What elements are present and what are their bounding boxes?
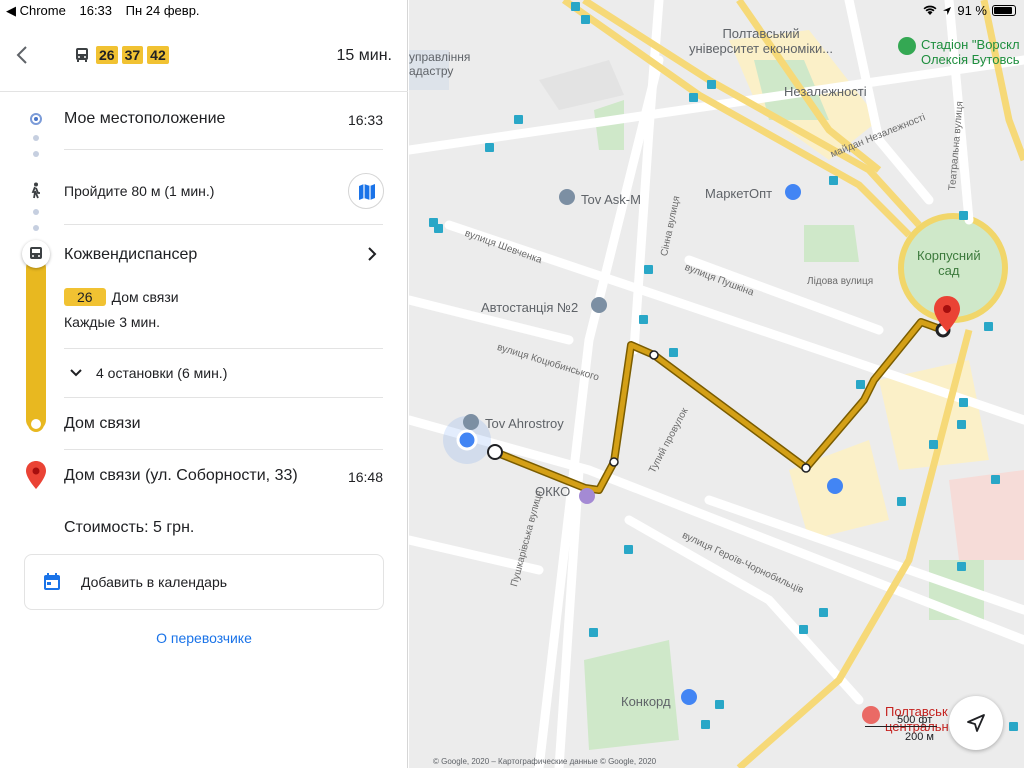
- stops-count-label: 4 остановки (6 мин.): [96, 365, 228, 381]
- current-location-dot-icon: [456, 429, 478, 451]
- bus-stop-marker: [649, 350, 659, 360]
- wifi-icon: [923, 5, 937, 15]
- map-label-tov-ahrostroy[interactable]: Tov Ahrostroy: [485, 416, 564, 431]
- battery-icon: [992, 5, 1016, 16]
- line-direction: Дом связи: [111, 289, 179, 305]
- map-canvas: [409, 0, 1024, 768]
- map-label-konkord[interactable]: Конкорд: [621, 694, 671, 709]
- bus-icon: [30, 247, 42, 259]
- timeline-dot: [33, 151, 39, 157]
- status-app[interactable]: ◀ Chrome: [6, 3, 66, 18]
- street-label: Лідова вулиця: [807, 276, 874, 287]
- status-time: 16:33: [79, 3, 113, 18]
- walk-icon: [31, 182, 40, 199]
- park-area: [804, 225, 859, 262]
- route-header: 26 37 42 15 мин.: [0, 30, 408, 92]
- map-preview-button[interactable]: [348, 173, 384, 209]
- divider: [64, 449, 383, 450]
- scale-feet: 500 фт: [865, 714, 937, 727]
- my-location-button[interactable]: [949, 696, 1003, 750]
- divider: [64, 397, 383, 398]
- walk-step-label: Пройдите 80 м (1 мин.): [64, 183, 215, 199]
- line-number-chip: 26: [64, 288, 106, 306]
- map-icon: [359, 184, 375, 200]
- bus-frequency: Каждые 3 мин.: [64, 314, 160, 330]
- map-copyright: © Google, 2020 – Картографические данные…: [433, 757, 657, 766]
- scale-meters: 200 м: [905, 731, 934, 743]
- bus-stop-marker: [22, 240, 50, 268]
- add-to-calendar-button[interactable]: Добавить в календарь: [24, 554, 384, 610]
- divider: [64, 224, 383, 225]
- fare-cost: Стоимость: 5 грн.: [64, 519, 195, 536]
- timeline-dot: [33, 225, 39, 231]
- chevron-right-icon[interactable]: [365, 246, 379, 262]
- divider: [64, 348, 383, 349]
- bus-stop-marker: [801, 463, 811, 473]
- status-date: Пн 24 февр.: [125, 3, 200, 18]
- alight-stop-label: Дом связи: [64, 415, 141, 432]
- map-view[interactable]: Полтавський університет економіки... Ста…: [409, 0, 1024, 768]
- chevron-down-icon: [70, 369, 82, 377]
- directions-panel: 26 37 42 15 мин. Мое местоположение 16:3…: [0, 0, 408, 768]
- add-to-calendar-label: Добавить в календарь: [81, 574, 228, 590]
- origin-time: 16:33: [347, 112, 383, 128]
- map-label-avtostantsia[interactable]: Автостанція №2: [481, 300, 578, 315]
- destination-label: Дом связи (ул. Соборности, 33): [64, 467, 298, 484]
- route-start-marker: [487, 444, 503, 460]
- navigation-arrow-icon: [967, 714, 985, 732]
- map-label-marketopt[interactable]: МаркетОпт: [705, 186, 772, 201]
- map-label-tov-ask[interactable]: Tov Ask-M: [581, 192, 641, 207]
- destination-pin-icon: [26, 461, 46, 489]
- route-chip: 42: [147, 46, 169, 64]
- bus-icon: [76, 48, 88, 62]
- map-scale: 500 фт 200 м: [865, 714, 937, 743]
- timeline-dot: [33, 135, 39, 141]
- map-label-nezalezhnosti[interactable]: Незалежності: [784, 84, 867, 99]
- status-bar: ◀ Chrome 16:33 Пн 24 февр. 91 %: [0, 0, 1024, 20]
- timeline-dot: [33, 209, 39, 215]
- battery-percent: 91 %: [957, 3, 987, 18]
- origin-label: Мое местоположение: [64, 110, 226, 127]
- divider: [64, 149, 383, 150]
- map-label-university[interactable]: Полтавський університет економіки...: [689, 26, 833, 56]
- map-label-korpusnyi-sad[interactable]: Корпусний сад: [917, 248, 981, 278]
- map-label-upravlinnya[interactable]: управління адастру: [409, 50, 470, 78]
- carrier-info-link[interactable]: О перевозчике: [0, 630, 408, 646]
- my-location-dot-icon: [30, 113, 42, 125]
- map-label-stadium[interactable]: Стадіон "Ворскл Олексія Бутовсь: [921, 37, 1020, 67]
- route-chip: 26: [96, 46, 118, 64]
- bus-stop-label[interactable]: Кожвендиспансер: [64, 246, 383, 264]
- bus-line-info: 26 Дом связи: [64, 288, 383, 306]
- bus-stop-marker: [609, 457, 619, 467]
- location-arrow-icon: [943, 6, 952, 15]
- alight-stop-marker: [28, 416, 44, 432]
- calendar-icon: [44, 573, 60, 590]
- total-duration: 15 мин.: [336, 47, 392, 64]
- back-arrow-icon[interactable]: [12, 44, 34, 66]
- map-block: [949, 470, 1024, 560]
- destination-time: 16:48: [347, 469, 383, 485]
- route-chips: 26 37 42: [96, 46, 169, 64]
- bus-route-line: [26, 258, 46, 430]
- route-chip: 37: [121, 46, 144, 64]
